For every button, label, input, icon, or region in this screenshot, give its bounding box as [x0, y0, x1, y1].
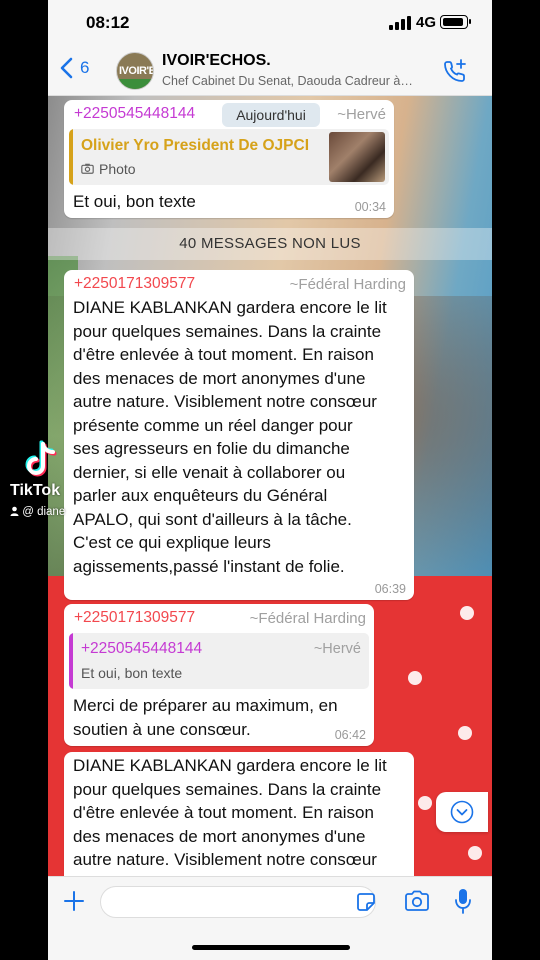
text-line: pour quelques semaines. Dans la crainte: [73, 321, 382, 341]
message-text: Merci de préparer au maximum, en soutien…: [73, 694, 373, 741]
quote-alias: ~Hervé: [313, 641, 361, 657]
message-bubble[interactable]: DIANE KABLANKAN gardera encore le lit po…: [64, 752, 414, 876]
text-line: parler aux enquêteurs du Général: [73, 486, 328, 505]
message-time: 00:34: [354, 200, 386, 214]
tiktok-username: @ diane: [10, 506, 65, 518]
camera-icon[interactable]: [404, 889, 430, 913]
text-line: des menaces de mort anonymes d'une: [73, 826, 366, 846]
message-input[interactable]: [100, 886, 376, 918]
avatar-stripe: [117, 79, 153, 89]
battery-icon: [440, 15, 471, 29]
user-icon: [10, 506, 19, 516]
text-line: Merci de préparer au maximum, en: [73, 696, 338, 715]
chat-area[interactable]: +2250545448144 ~Hervé Olivier Yro Presid…: [48, 96, 492, 876]
message-text: DIANE KABLANKAN gardera encore le lit po…: [73, 754, 413, 872]
scroll-to-bottom-button[interactable]: [436, 792, 488, 832]
text-line: pour quelques semaines. Dans la crainte: [73, 779, 382, 799]
message-text: Et oui, bon texte: [73, 192, 196, 211]
text-line: d'être enlevée à tout moment. En raison: [73, 803, 374, 822]
bg-dot: [408, 671, 422, 685]
tiktok-brand: TikTok: [10, 482, 61, 499]
chat-header: 6 IVOIR'E IVOIR'ECHOS. Chef Cabinet Du S…: [48, 44, 492, 96]
back-count: 6: [80, 58, 90, 77]
camera-small-icon: [81, 163, 94, 174]
bg-dot: [468, 846, 482, 860]
date-chip: Aujourd'hui: [222, 103, 320, 127]
avatar-text: IVOIR'E: [119, 65, 154, 77]
bg-dot: [460, 606, 474, 620]
sender-name: +2250545448144: [74, 105, 196, 122]
sender-alias: ~Fédéral Harding: [289, 276, 406, 293]
text-line: dernier, si elle venait à collaborer ou: [73, 462, 346, 482]
text-line: des menaces de mort anonymes d'une: [73, 368, 366, 388]
text-line: soutien à une consœur.: [73, 719, 251, 739]
text-line: APALO, qui sont d'ailleurs à la tâche.: [73, 509, 352, 529]
message-time: 06:39: [374, 582, 406, 596]
quote-type: Photo: [99, 161, 136, 177]
quote-sender: +2250545448144: [81, 640, 203, 657]
status-bar: 08:12 4G: [48, 0, 492, 44]
text-line: autre nature. Visiblement notre consœur: [73, 850, 377, 869]
network-type: 4G: [416, 14, 437, 31]
reply-quote[interactable]: Olivier Yro President De OJPCI Photo: [69, 129, 389, 185]
quote-thumbnail: [329, 132, 385, 182]
sender-alias: ~Fédéral Harding: [249, 610, 366, 627]
message-text: DIANE KABLANKAN gardera encore le lit po…: [73, 296, 413, 578]
chevron-down-icon: [450, 800, 474, 824]
phone-screen: 08:12 4G 6 IVOIR'E IVOIR'ECHOS. Chef Cab…: [48, 0, 492, 960]
message-bubble[interactable]: +2250171309577 ~Fédéral Harding DIANE KA…: [64, 270, 414, 600]
bg-dot: [418, 796, 432, 810]
message-time: 06:42: [334, 728, 366, 742]
phone-plus-icon[interactable]: [442, 58, 468, 84]
text-line: agissements,passé l'instant de folie.: [73, 556, 345, 576]
quote-title: Olivier Yro President De OJPCI: [81, 137, 309, 154]
plus-icon[interactable]: [62, 889, 86, 913]
back-button[interactable]: 6: [58, 56, 89, 80]
text-line: DIANE KABLANKAN gardera encore le lit: [73, 298, 387, 317]
group-subtitle[interactable]: Chef Cabinet Du Senat, Daouda Cadreur à…: [162, 74, 442, 88]
signal-icon: [389, 16, 411, 30]
tiktok-username-text: @ diane: [22, 506, 66, 518]
text-line: ses agresseurs en folie du dimanche: [73, 439, 350, 458]
sticker-icon[interactable]: [356, 892, 376, 912]
sender-alias: ~Hervé: [337, 106, 386, 123]
unread-banner: 40 MESSAGES NON LUS: [48, 228, 492, 260]
chevron-left-icon: [60, 57, 73, 79]
text-line: présente comme un réel danger pour: [73, 415, 353, 435]
quote-bar: [69, 129, 73, 185]
sender-name: +2250171309577: [74, 275, 196, 292]
message-bubble[interactable]: +2250171309577 ~Fédéral Harding +2250545…: [64, 604, 374, 746]
text-line: C'est ce qui explique leurs: [73, 533, 271, 552]
home-indicator: [192, 945, 350, 950]
mic-icon[interactable]: [454, 888, 472, 914]
quote-text: Et oui, bon texte: [81, 665, 183, 681]
group-name[interactable]: IVOIR'ECHOS.: [162, 52, 271, 70]
status-time: 08:12: [86, 13, 130, 32]
input-bar: [48, 876, 492, 960]
quote-bar: [69, 633, 73, 689]
text-line: autre nature. Visiblement notre consœur: [73, 392, 377, 411]
sender-name: +2250171309577: [74, 609, 196, 626]
bg-dot: [458, 726, 472, 740]
text-line: d'être enlevée à tout moment. En raison: [73, 345, 374, 364]
group-avatar[interactable]: IVOIR'E: [116, 52, 154, 90]
tiktok-icon: [25, 440, 57, 477]
reply-quote[interactable]: +2250545448144 ~Hervé Et oui, bon texte: [69, 633, 369, 689]
text-line: DIANE KABLANKAN gardera encore le lit: [73, 756, 387, 775]
